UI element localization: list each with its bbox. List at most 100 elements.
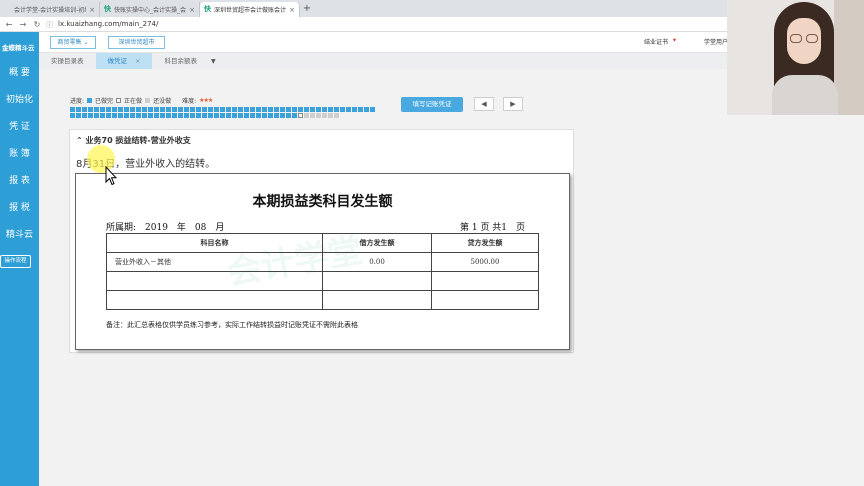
progress-cell[interactable] xyxy=(328,107,333,112)
progress-cell[interactable] xyxy=(124,113,129,118)
progress-cell[interactable] xyxy=(340,107,345,112)
progress-cell[interactable] xyxy=(232,107,237,112)
browser-tab-2[interactable]: 快 快账实操中心_会计实操_会计培训 × xyxy=(100,2,200,17)
progress-cell[interactable] xyxy=(196,107,201,112)
user-name[interactable]: 学堂用户 xyxy=(704,37,728,46)
progress-cell[interactable] xyxy=(358,107,363,112)
progress-cell[interactable] xyxy=(334,107,339,112)
industry-select[interactable]: 商贸零售 ⌄ xyxy=(50,35,96,49)
progress-cell[interactable] xyxy=(334,113,339,118)
progress-cell[interactable] xyxy=(118,113,123,118)
close-tab-icon[interactable]: × xyxy=(135,57,140,65)
prev-task-icon[interactable]: ◀ xyxy=(474,97,494,111)
progress-cell[interactable] xyxy=(112,113,117,118)
sidebar-item-jdy[interactable]: 精斗云 xyxy=(0,222,39,249)
progress-cell[interactable] xyxy=(274,113,279,118)
sidebar-item-voucher[interactable]: 凭 证 xyxy=(0,114,39,141)
progress-cell[interactable] xyxy=(220,107,225,112)
progress-cell[interactable] xyxy=(196,113,201,118)
progress-cell[interactable] xyxy=(106,107,111,112)
progress-cell[interactable] xyxy=(190,113,195,118)
progress-cell[interactable] xyxy=(136,113,141,118)
progress-cell[interactable] xyxy=(148,113,153,118)
progress-cell[interactable] xyxy=(130,107,135,112)
progress-cell[interactable] xyxy=(316,113,321,118)
progress-cell[interactable] xyxy=(190,107,195,112)
cert-link[interactable]: 结业证书 ✦ xyxy=(644,37,677,46)
progress-cell[interactable] xyxy=(304,107,309,112)
progress-cell[interactable] xyxy=(172,113,177,118)
next-task-icon[interactable]: ▶ xyxy=(503,97,523,111)
progress-cell[interactable] xyxy=(304,113,309,118)
sidebar-item-report[interactable]: 报 表 xyxy=(0,168,39,195)
progress-cell[interactable] xyxy=(310,113,315,118)
collapse-icon[interactable]: ⌃ xyxy=(76,136,86,145)
progress-cell[interactable] xyxy=(292,113,297,118)
sidebar-item-tax[interactable]: 报 税 xyxy=(0,195,39,222)
progress-cell[interactable] xyxy=(328,113,333,118)
progress-cell[interactable] xyxy=(82,113,87,118)
tab-voucher[interactable]: 做凭证 × xyxy=(95,53,153,69)
progress-cell[interactable] xyxy=(136,107,141,112)
company-button[interactable]: 深圳世贸超市 xyxy=(108,35,165,49)
progress-cell[interactable] xyxy=(202,107,207,112)
progress-cell[interactable] xyxy=(262,113,267,118)
tab-catalog[interactable]: 实操目录表 xyxy=(39,53,96,69)
reload-icon[interactable]: ↻ xyxy=(32,20,42,29)
progress-cell[interactable] xyxy=(88,107,93,112)
info-icon[interactable]: ⓘ xyxy=(46,20,54,29)
progress-cell[interactable] xyxy=(208,107,213,112)
progress-cell[interactable] xyxy=(166,107,171,112)
fill-voucher-button[interactable]: 填写记账凭证 xyxy=(401,97,463,112)
progress-cell[interactable] xyxy=(268,107,273,112)
progress-cell[interactable] xyxy=(220,113,225,118)
progress-cell[interactable] xyxy=(208,113,213,118)
progress-cell[interactable] xyxy=(112,107,117,112)
tab-balance[interactable]: 科目余额表 xyxy=(152,53,209,69)
sidebar-item-init[interactable]: 初始化 xyxy=(0,87,39,114)
progress-cell[interactable] xyxy=(142,107,147,112)
progress-cell[interactable] xyxy=(148,107,153,112)
progress-cell[interactable] xyxy=(352,107,357,112)
progress-cell[interactable] xyxy=(160,107,165,112)
progress-cell[interactable] xyxy=(226,113,231,118)
progress-cell[interactable] xyxy=(100,113,105,118)
progress-cell[interactable] xyxy=(184,113,189,118)
browser-tab-3[interactable]: 快 深圳世贸超市会计做账会计报表 × xyxy=(200,2,300,17)
progress-cell[interactable] xyxy=(232,113,237,118)
progress-cell[interactable] xyxy=(244,107,249,112)
progress-cell[interactable] xyxy=(94,113,99,118)
back-icon[interactable]: ← xyxy=(4,20,14,29)
progress-cell[interactable] xyxy=(256,113,261,118)
progress-cell[interactable] xyxy=(292,107,297,112)
progress-cell[interactable] xyxy=(298,113,303,118)
progress-cell[interactable] xyxy=(238,113,243,118)
progress-cell[interactable] xyxy=(310,107,315,112)
progress-cell[interactable] xyxy=(94,107,99,112)
browser-tab-1[interactable]: 会计学堂-会计实操培训-初级中级... × xyxy=(0,2,100,17)
progress-cell[interactable] xyxy=(76,107,81,112)
progress-cell[interactable] xyxy=(316,107,321,112)
progress-cell[interactable] xyxy=(202,113,207,118)
tabs-more-icon[interactable]: ▼ xyxy=(211,58,216,65)
progress-cell[interactable] xyxy=(130,113,135,118)
progress-cell[interactable] xyxy=(280,107,285,112)
sidebar-item-ledger[interactable]: 账 簿 xyxy=(0,141,39,168)
progress-cell[interactable] xyxy=(268,113,273,118)
sidebar-item-overview[interactable]: 概 要 xyxy=(0,60,39,87)
progress-cell[interactable] xyxy=(274,107,279,112)
progress-cell[interactable] xyxy=(82,107,87,112)
progress-cell[interactable] xyxy=(172,107,177,112)
close-tab-icon[interactable]: × xyxy=(189,6,195,14)
progress-cell[interactable] xyxy=(286,107,291,112)
progress-cell[interactable] xyxy=(286,113,291,118)
progress-cell[interactable] xyxy=(262,107,267,112)
progress-cell[interactable] xyxy=(226,107,231,112)
url-field[interactable]: lx.kuaizhang.com/main_274/ xyxy=(58,20,158,28)
progress-cell[interactable] xyxy=(238,107,243,112)
progress-cell[interactable] xyxy=(364,107,369,112)
progress-cell[interactable] xyxy=(70,107,75,112)
progress-cell[interactable] xyxy=(118,107,123,112)
progress-cell[interactable] xyxy=(214,107,219,112)
progress-cell[interactable] xyxy=(76,113,81,118)
